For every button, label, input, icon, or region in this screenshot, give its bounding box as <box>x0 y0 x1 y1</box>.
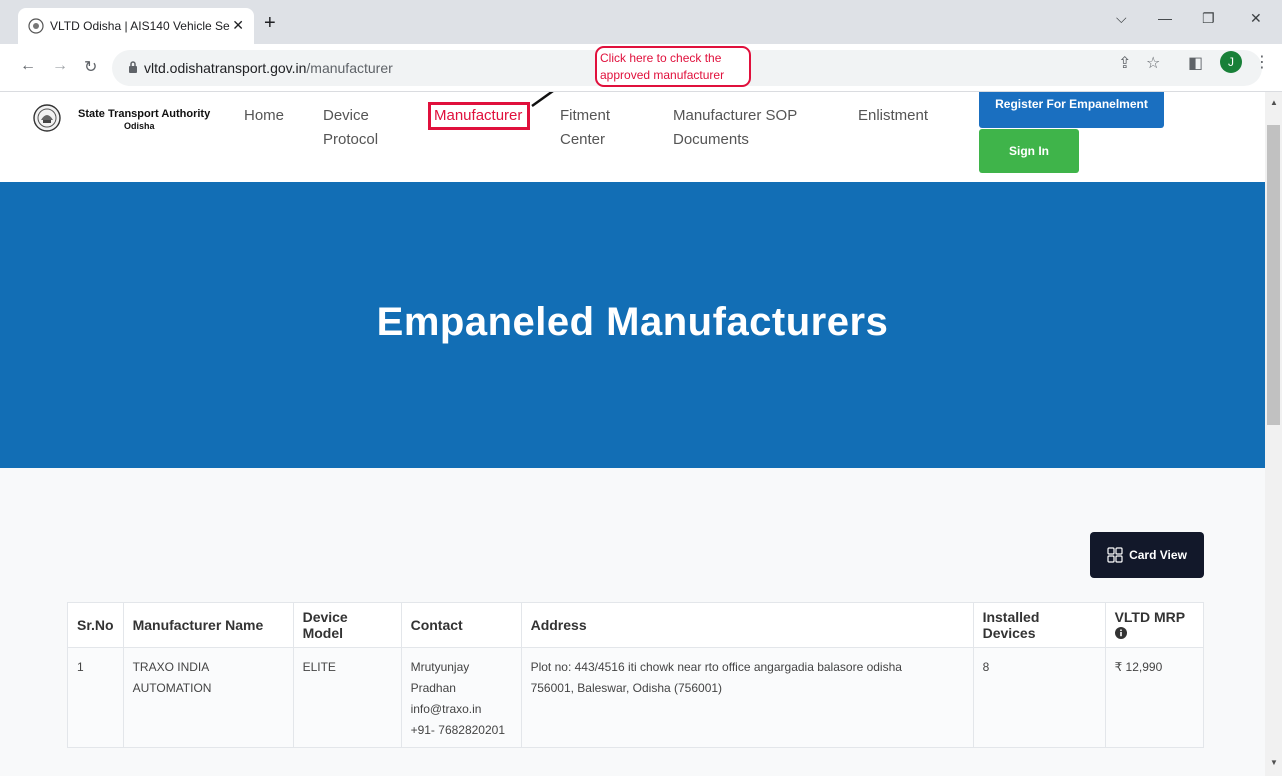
url-text[interactable]: vltd.odishatransport.gov.in/manufacturer <box>144 60 393 76</box>
scroll-up-icon[interactable]: ▲ <box>1270 98 1278 107</box>
share-icon[interactable]: ⇪ <box>1118 53 1131 73</box>
cell-address-line1: Plot no: 443/4516 iti chowk near rto off… <box>530 660 902 674</box>
card-view-label: Card View <box>1129 548 1187 562</box>
cell-contact: Mrutyunjay Pradhan info@traxo.in +91- 76… <box>400 647 522 748</box>
annotation-line2: approved manufacturer <box>600 68 725 82</box>
grid-icon <box>1107 547 1123 563</box>
header-contact: Contact <box>400 602 522 648</box>
cell-installed-devices: 8 <box>972 647 1106 748</box>
nav-sop-line2: Documents <box>673 131 749 148</box>
cell-name-line1: TRAXO INDIA <box>132 660 210 674</box>
restore-icon[interactable]: ❐ <box>1202 10 1215 27</box>
header-device-model: Device Model <box>292 602 402 648</box>
browser-tabstrip: VLTD Odisha | AIS140 Vehicle Sec ✕ + ⌵ —… <box>0 0 1282 44</box>
cell-contact-last-name: Pradhan <box>410 681 456 695</box>
emblem-favicon-icon <box>28 18 44 34</box>
tab-title: VLTD Odisha | AIS140 Vehicle Sec <box>50 19 230 33</box>
header-srno: Sr.No <box>67 602 124 648</box>
header-address: Address <box>520 602 974 648</box>
nav-device-protocol-line1: Device <box>323 107 369 124</box>
nav-home[interactable]: Home <box>244 104 284 128</box>
cell-contact-email: info@traxo.in <box>410 702 482 716</box>
tab-close-icon[interactable]: ✕ <box>232 17 244 34</box>
forward-arrow-icon[interactable]: → <box>52 57 68 75</box>
callout-pointer-line <box>531 92 554 108</box>
site-header: State Transport Authority Odisha Home De… <box>0 92 1265 182</box>
cell-vltd-mrp: ₹ 12,990 <box>1104 647 1205 748</box>
page-title: Empaneled Manufacturers <box>376 300 889 344</box>
annotation-line1: Click here to check the <box>600 51 722 65</box>
cell-srno: 1 <box>67 647 124 748</box>
annotation-callout: Click here to check the approved manufac… <box>595 46 751 87</box>
tab-search-icon[interactable]: ⌵ <box>1116 10 1127 27</box>
brand-title: State Transport Authority <box>78 108 211 120</box>
menu-kebab-icon[interactable]: ⋮ <box>1254 52 1270 72</box>
nav-device-protocol[interactable]: Device Protocol <box>323 104 378 152</box>
info-icon[interactable] <box>1114 627 1127 639</box>
cell-name-line2: AUTOMATION <box>132 681 212 695</box>
url-domain: vltd.odishatransport.gov.in <box>144 60 307 76</box>
minimize-icon[interactable]: — <box>1158 10 1172 26</box>
sign-in-button[interactable]: Sign In <box>979 129 1079 173</box>
table-row[interactable]: 1 TRAXO INDIA AUTOMATION ELITE Mrutyunja… <box>67 647 1205 748</box>
header-installed-devices: Installed Devices <box>972 602 1106 648</box>
manufacturers-table: Sr.No Manufacturer Name Device Model Con… <box>67 602 1205 748</box>
brand-subtitle: Odisha <box>124 121 155 131</box>
scroll-down-icon[interactable]: ▼ <box>1270 758 1278 767</box>
nav-fitment-center[interactable]: Fitment Center <box>560 104 610 152</box>
cell-address: Plot no: 443/4516 iti chowk near rto off… <box>520 647 974 748</box>
cell-contact-first-name: Mrutyunjay <box>410 660 470 674</box>
header-vltd-mrp: VLTD MRP <box>1104 602 1205 648</box>
cell-device-model: ELITE <box>292 647 402 748</box>
cell-manufacturer-name: TRAXO INDIA AUTOMATION <box>122 647 294 748</box>
state-emblem-logo-icon[interactable] <box>33 104 61 132</box>
nav-device-protocol-line2: Protocol <box>323 131 379 148</box>
card-view-button[interactable]: Card View <box>1090 532 1204 578</box>
bookmark-star-icon[interactable]: ☆ <box>1146 53 1160 73</box>
header-vltd-mrp-label: VLTD MRP <box>1114 609 1185 625</box>
reload-icon[interactable]: ↻ <box>84 57 97 77</box>
scrollbar-thumb[interactable] <box>1267 125 1280 425</box>
page-scrollbar[interactable]: ▲ ▼ <box>1265 92 1282 776</box>
profile-avatar[interactable]: J <box>1220 51 1242 73</box>
nav-fitment-line2: Center <box>560 131 606 148</box>
table-header-row: Sr.No Manufacturer Name Device Model Con… <box>67 602 1205 648</box>
window-close-icon[interactable]: ✕ <box>1250 10 1262 27</box>
web-page: State Transport Authority Odisha Home De… <box>0 92 1265 776</box>
hero-banner: Empaneled Manufacturers <box>0 182 1265 468</box>
header-manufacturer-name: Manufacturer Name <box>122 602 294 648</box>
register-empanelment-button[interactable]: Register For Empanelment <box>979 92 1164 128</box>
side-panel-icon[interactable]: ◧ <box>1188 53 1203 73</box>
cell-address-line2: 756001, Baleswar, Odisha (756001) <box>530 681 723 695</box>
new-tab-button[interactable]: + <box>264 12 276 35</box>
nav-manufacturer-sop[interactable]: Manufacturer SOP Documents <box>673 104 797 152</box>
lock-icon <box>129 61 137 73</box>
manufacturer-highlight-box <box>428 102 530 130</box>
nav-enlistment[interactable]: Enlistment <box>858 104 928 128</box>
url-path: /manufacturer <box>306 60 393 76</box>
browser-tab[interactable]: VLTD Odisha | AIS140 Vehicle Sec ✕ <box>18 8 254 44</box>
back-arrow-icon[interactable]: ← <box>20 57 36 75</box>
nav-sop-line1: Manufacturer SOP <box>673 107 798 124</box>
cell-contact-phone: +91- 7682820201 <box>410 723 506 737</box>
